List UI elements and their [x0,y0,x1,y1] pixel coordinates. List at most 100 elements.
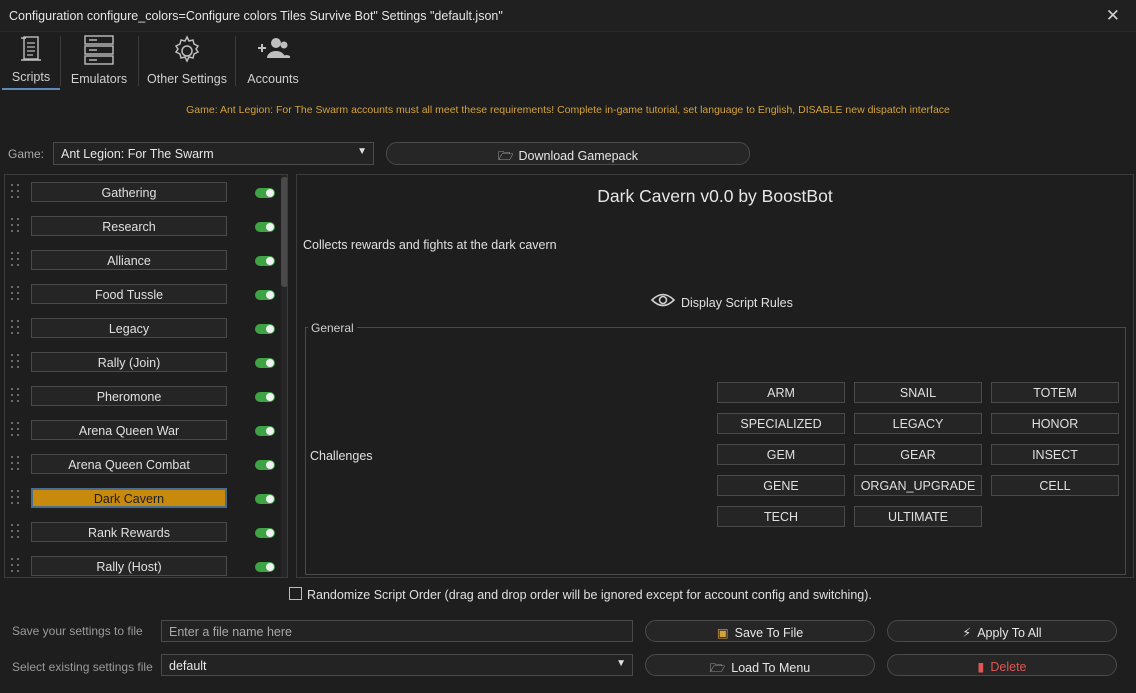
script-row[interactable]: Rank Rewards [5,516,277,550]
randomize-checkbox[interactable] [289,587,302,600]
challenge-button[interactable]: GEAR [854,444,982,465]
window-title: Configuration configure_colors=Configure… [9,9,503,23]
delete-button[interactable]: ▮ Delete [887,654,1117,676]
script-button[interactable]: Pheromone [31,386,227,406]
drag-handle-icon[interactable] [11,524,21,540]
chevron-down-icon: ▼ [616,658,626,669]
script-row[interactable]: Food Tussle [5,278,277,312]
script-row[interactable]: Alliance [5,244,277,278]
drag-handle-icon[interactable] [11,490,21,506]
script-enabled-toggle[interactable] [255,290,275,300]
apply-to-all-button[interactable]: ⚡ Apply To All [887,620,1117,642]
scroll-icon [21,36,41,61]
settings-file-select[interactable]: default ▼ [161,654,633,676]
script-row[interactable]: Arena Queen Combat [5,448,277,482]
tab-scripts[interactable]: Scripts [2,32,60,90]
save-to-file-button[interactable]: ▣ Save To File [645,620,875,642]
tab-separator [60,36,61,86]
script-row[interactable]: Legacy [5,312,277,346]
save-to-file-label: Save To File [734,626,804,640]
script-list: Gathering Research Alliance Food Tussle Lega… [4,174,288,578]
script-button[interactable]: Arena Queen War [31,420,227,440]
challenge-button[interactable]: INSECT [991,444,1119,465]
script-button[interactable]: Arena Queen Combat [31,454,227,474]
challenge-button[interactable]: ORGAN_UPGRADE [854,475,982,496]
challenge-button[interactable]: CELL [991,475,1119,496]
game-select-value: Ant Legion: For The Swarm [61,147,214,161]
script-button[interactable]: Rally (Join) [31,352,227,372]
close-icon[interactable]: ✕ [1106,6,1120,26]
challenge-button[interactable]: TECH [717,506,845,527]
challenge-button[interactable]: SNAIL [854,382,982,403]
script-enabled-toggle[interactable] [255,562,275,572]
challenge-button[interactable]: ARM [717,382,845,403]
script-button[interactable]: Food Tussle [31,284,227,304]
settings-file-select-value: default [169,659,207,673]
script-button[interactable]: Rally (Host) [31,556,227,576]
script-enabled-toggle[interactable] [255,392,275,402]
script-enabled-toggle[interactable] [255,188,275,198]
drag-handle-icon[interactable] [11,320,21,336]
script-enabled-toggle[interactable] [255,324,275,334]
display-script-rules-label: Display Script Rules [681,296,793,310]
tab-scripts-label: Scripts [11,70,51,84]
script-button[interactable]: Gathering [31,182,227,202]
script-row[interactable]: Rally (Host) [5,550,277,577]
file-name-input[interactable]: Enter a file name here [161,620,633,642]
tab-emulators[interactable]: Emulators [62,32,136,90]
challenge-button[interactable]: ULTIMATE [854,506,982,527]
save-settings-label: Save your settings to file [12,624,143,638]
drag-handle-icon[interactable] [11,354,21,370]
tab-accounts-label: Accounts [247,72,299,86]
general-group-label: General [308,321,357,335]
script-button[interactable]: Rank Rewards [31,522,227,542]
challenge-button[interactable]: TOTEM [991,382,1119,403]
script-button[interactable]: Dark Cavern [31,488,227,508]
drag-handle-icon[interactable] [11,252,21,268]
trash-icon: ▮ [977,660,985,674]
drag-handle-icon[interactable] [11,388,21,404]
bolt-icon: ⚡ [962,626,972,640]
script-button[interactable]: Research [31,216,227,236]
drag-handle-icon[interactable] [11,456,21,472]
script-enabled-toggle[interactable] [255,494,275,504]
challenge-button[interactable]: GEM [717,444,845,465]
game-select[interactable]: Ant Legion: For The Swarm ▼ [53,142,374,165]
script-button[interactable]: Alliance [31,250,227,270]
drag-handle-icon[interactable] [11,184,21,200]
scrollbar-thumb[interactable] [281,177,287,287]
script-enabled-toggle[interactable] [255,460,275,470]
script-row[interactable]: Arena Queen War [5,414,277,448]
drag-handle-icon[interactable] [11,558,21,574]
users-add-icon [258,38,290,58]
script-enabled-toggle[interactable] [255,256,275,266]
script-row[interactable]: Pheromone [5,380,277,414]
drag-handle-icon[interactable] [11,286,21,302]
challenge-button[interactable]: GENE [717,475,845,496]
challenge-button[interactable]: HONOR [991,413,1119,434]
script-row[interactable]: Rally (Join) [5,346,277,380]
challenge-button[interactable]: LEGACY [854,413,982,434]
game-label: Game: [8,147,45,161]
tab-separator [235,36,236,86]
challenge-button[interactable]: SPECIALIZED [717,413,845,434]
download-gamepack-button[interactable]: 🗁 Download Gamepack [386,142,750,165]
script-row[interactable]: Research [5,210,277,244]
script-detail-panel: Dark Cavern v0.0 by BoostBot Collects re… [296,174,1134,578]
tab-accounts[interactable]: Accounts [238,32,308,90]
script-enabled-toggle[interactable] [255,528,275,538]
apply-to-all-label: Apply To All [977,626,1042,640]
script-button[interactable]: Legacy [31,318,227,338]
script-list-scrollbar[interactable] [281,175,287,577]
script-enabled-toggle[interactable] [255,222,275,232]
script-enabled-toggle[interactable] [255,358,275,368]
drag-handle-icon[interactable] [11,422,21,438]
load-to-menu-button[interactable]: 🗁 Load To Menu [645,654,875,676]
drag-handle-icon[interactable] [11,218,21,234]
script-enabled-toggle[interactable] [255,426,275,436]
script-row[interactable]: Dark Cavern [5,482,277,516]
script-row[interactable]: Gathering [5,176,277,210]
script-description: Collects rewards and fights at the dark … [303,238,557,252]
gear-icon [174,35,200,63]
tab-other-settings[interactable]: Other Settings [140,32,234,90]
